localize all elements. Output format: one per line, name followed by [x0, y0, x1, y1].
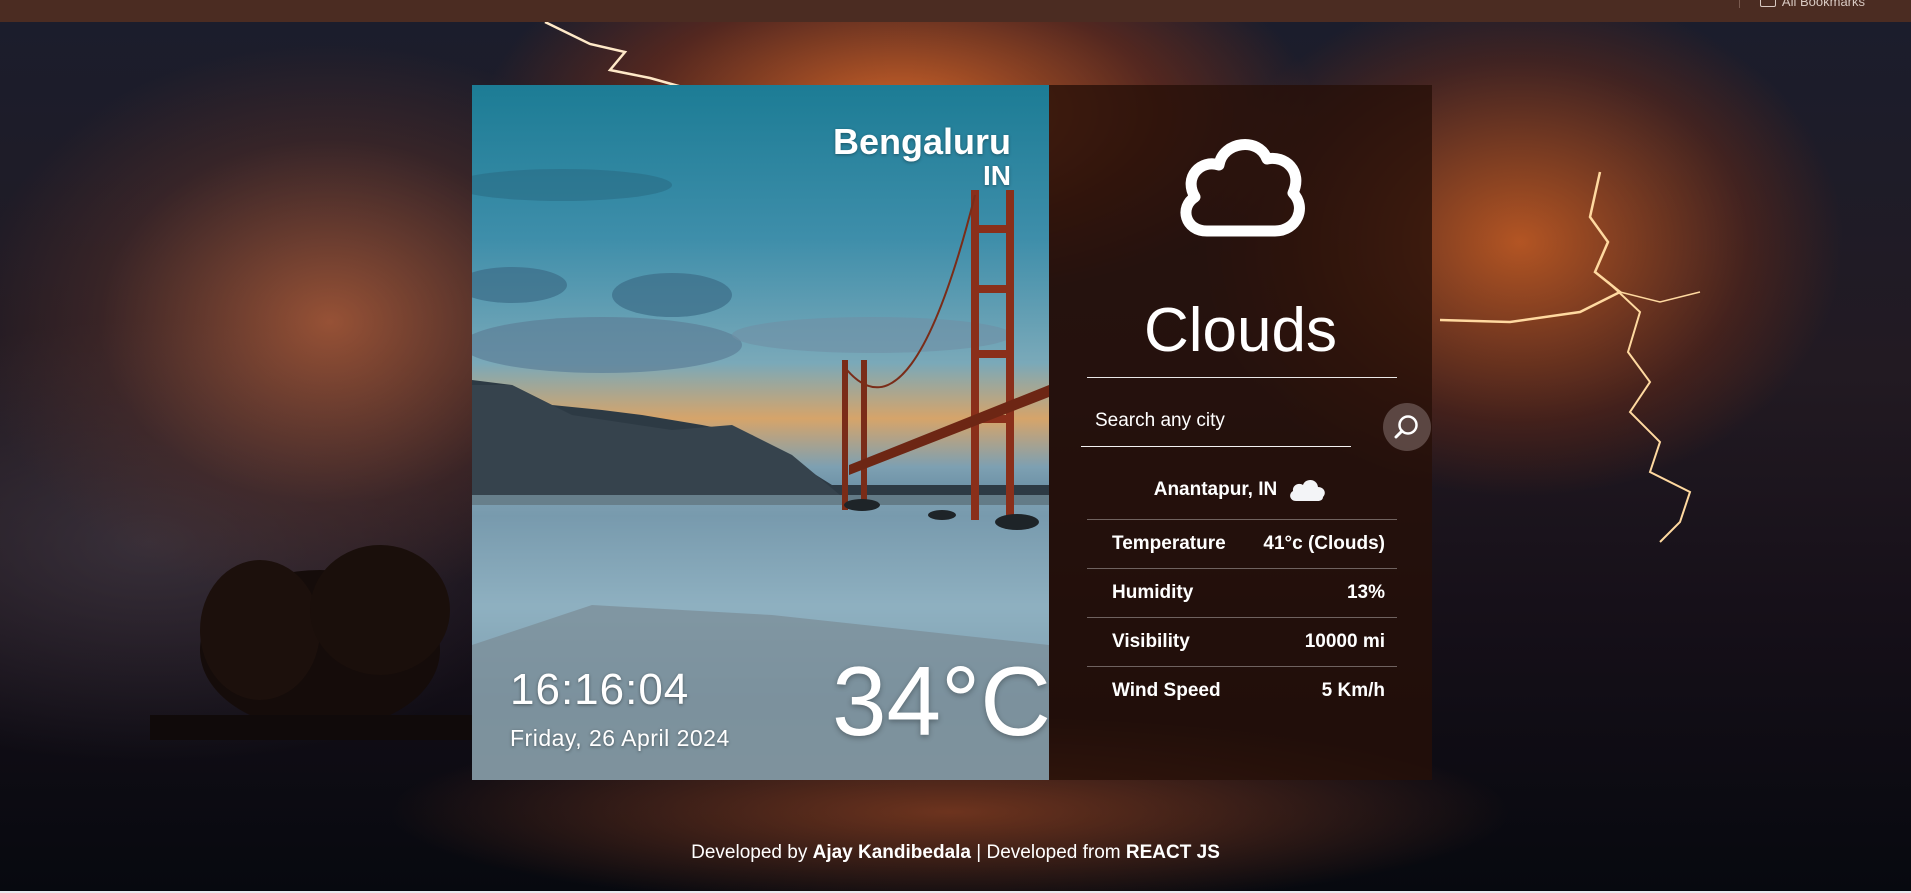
all-bookmarks-label: All Bookmarks: [1781, 0, 1865, 9]
detail-value: 10000 mi: [1304, 631, 1385, 652]
weather-card: Bengaluru IN 16:16:04 Friday, 26 April 2…: [472, 85, 1432, 780]
detail-value: 5 Km/h: [1321, 680, 1385, 701]
cloud-icon: [1290, 479, 1326, 501]
detail-value: 13%: [1346, 582, 1385, 603]
city-search-input[interactable]: [1081, 395, 1351, 447]
search-icon: [1394, 415, 1418, 439]
browser-bookmarks-bar: All Bookmarks: [0, 0, 1911, 22]
cloud-icon: [1180, 139, 1305, 237]
city-name: Bengaluru: [832, 121, 1011, 162]
divider: [1087, 377, 1397, 378]
detail-row-visibility: Visibility 10000 mi: [1087, 617, 1397, 666]
detail-row-wind-speed: Wind Speed 5 Km/h: [1087, 666, 1397, 715]
footer-middle: | Developed from: [976, 842, 1121, 863]
detail-row-humidity: Humidity 13%: [1087, 568, 1397, 617]
island-trees-art: [150, 545, 490, 740]
folder-icon: [1759, 0, 1776, 7]
footer-framework: REACT JS: [1125, 842, 1220, 863]
all-bookmarks-button[interactable]: All Bookmarks: [1738, 0, 1865, 9]
footer-prefix: Developed by: [691, 842, 808, 863]
forecast-panel: Clouds Anantapur, IN Temperature 41°c (C…: [1049, 85, 1432, 780]
city-panel: Bengaluru IN 16:16:04 Friday, 26 April 2…: [472, 85, 1049, 780]
country-code: IN: [983, 160, 1011, 191]
search-result-location: Anantapur, IN: [1049, 477, 1432, 503]
result-location-label: Anantapur, IN: [1153, 479, 1278, 500]
detail-label: Wind Speed: [1112, 680, 1221, 701]
detail-row-temperature: Temperature 41°c (Clouds): [1087, 519, 1397, 568]
divider: [1738, 0, 1740, 8]
detail-label: Temperature: [1112, 533, 1226, 554]
detail-label: Humidity: [1112, 582, 1194, 603]
search-bar: [1081, 395, 1431, 451]
weather-condition: Clouds: [1144, 296, 1337, 365]
detail-value: 41°c (Clouds): [1263, 533, 1385, 554]
weather-details-list: Temperature 41°c (Clouds) Humidity 13% V…: [1087, 519, 1397, 715]
footer-author: Ajay Kandibedala: [812, 842, 971, 863]
footer-credits: Developed by Ajay Kandibedala | Develope…: [0, 842, 1911, 864]
search-button[interactable]: [1383, 403, 1431, 451]
city-title: Bengaluru IN: [833, 123, 1011, 191]
current-date: Friday, 26 April 2024: [510, 725, 730, 751]
detail-label: Visibility: [1112, 631, 1190, 652]
current-temperature: 34°C: [832, 646, 1049, 756]
current-time: 16:16:04: [510, 665, 690, 714]
